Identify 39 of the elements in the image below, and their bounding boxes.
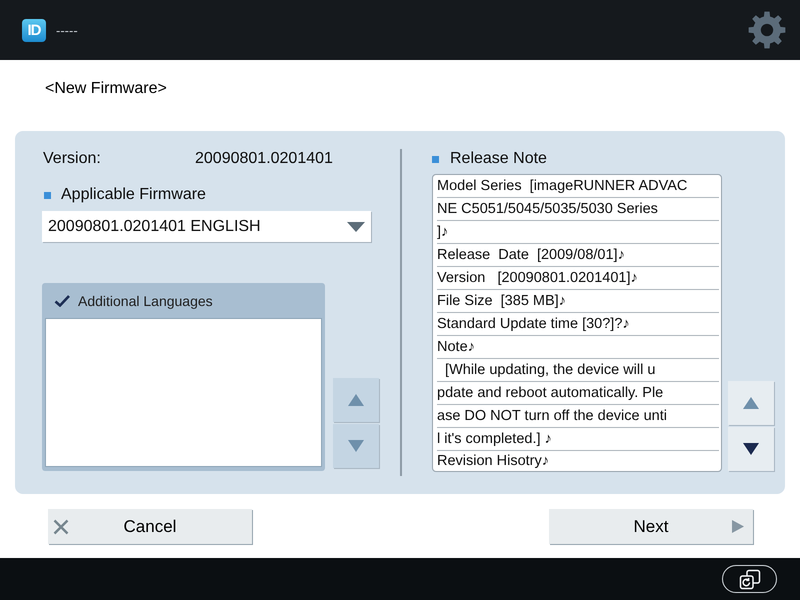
note-line: [While updating, the device will u bbox=[437, 359, 719, 382]
note-line: Standard Update time [30?]?♪ bbox=[437, 313, 719, 336]
triangle-up-icon bbox=[348, 394, 364, 406]
section-label: Applicable Firmware bbox=[61, 186, 206, 204]
note-line: Release Date [2009/08/01]♪ bbox=[437, 244, 719, 267]
language-list[interactable] bbox=[45, 318, 322, 467]
play-triangle-icon bbox=[732, 520, 744, 533]
close-icon bbox=[53, 518, 69, 534]
scroll-down-button[interactable] bbox=[728, 427, 774, 471]
triangle-down-icon bbox=[348, 440, 364, 452]
caret-icon bbox=[347, 222, 365, 232]
version-value: 20090801.0201401 bbox=[195, 149, 333, 169]
firmware-dropdown[interactable]: 20090801.0201401 ENGLISH bbox=[42, 211, 371, 242]
switch-button[interactable] bbox=[722, 565, 777, 593]
note-line: Revision Hisotry♪ bbox=[437, 452, 550, 471]
panel-header-label: Additional Languages bbox=[78, 292, 213, 308]
settings-icon[interactable] bbox=[748, 11, 786, 49]
cancel-button[interactable]: Cancel bbox=[48, 509, 252, 544]
note-line: Note♪ bbox=[437, 336, 719, 359]
note-line: Model Series [imageRUNNER ADVAC bbox=[437, 175, 719, 198]
next-button[interactable]: Next bbox=[549, 509, 753, 544]
note-line: NE C5051/5045/5035/5030 Series bbox=[437, 198, 719, 221]
note-line: pdate and reboot automatically. Ple bbox=[437, 382, 719, 405]
note-line: File Size [385 MB]♪ bbox=[437, 290, 719, 313]
square-bullet-icon bbox=[432, 156, 439, 162]
version-label: Version: bbox=[42, 149, 102, 169]
overlapping-squares-icon bbox=[738, 568, 760, 590]
note-line: l it's completed.] ♪ bbox=[437, 428, 719, 451]
page-title: <New Firmware> bbox=[45, 79, 167, 99]
check-icon[interactable] bbox=[54, 294, 70, 306]
note-line: ]♪ bbox=[437, 221, 719, 244]
square-bullet-icon bbox=[44, 192, 51, 198]
header-title: ----- bbox=[56, 22, 78, 38]
triangle-up-icon bbox=[743, 397, 759, 409]
note-line: Version [20090801.0201401]♪ bbox=[437, 267, 719, 290]
section-label: Release Note bbox=[450, 150, 547, 168]
triangle-down-icon bbox=[743, 443, 759, 455]
app-icon: ID bbox=[22, 18, 46, 42]
note-line: ase DO NOT turn off the device unti bbox=[437, 405, 719, 428]
